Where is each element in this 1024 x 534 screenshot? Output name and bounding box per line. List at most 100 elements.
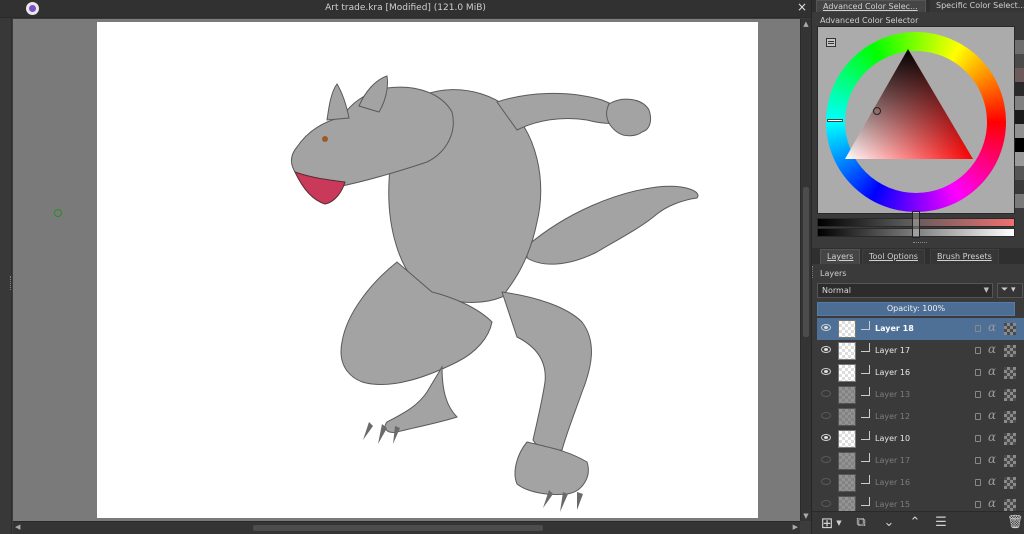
recent-color-swatch[interactable]: [1015, 26, 1024, 40]
visibility-eye-icon[interactable]: [821, 324, 831, 331]
vertical-scroll-thumb[interactable]: [803, 187, 809, 337]
layer-thumbnail: [838, 496, 856, 511]
layer-row[interactable]: Layer 12 α: [817, 406, 1024, 428]
saturation-value-triangle[interactable]: [840, 49, 1000, 189]
tab-brush-presets[interactable]: Brush Presets: [930, 249, 999, 264]
recent-colors-column: [1015, 26, 1024, 216]
alpha-lock-icon[interactable]: α: [988, 364, 996, 378]
hue-marker[interactable]: [827, 119, 843, 122]
layer-row[interactable]: Layer 13 α: [817, 384, 1024, 406]
visibility-eye-icon[interactable]: [821, 368, 831, 375]
vertical-scrollbar[interactable]: ▲ ▼: [800, 19, 811, 521]
scroll-down-arrow-icon[interactable]: ▼: [801, 511, 811, 521]
lock-icon[interactable]: [975, 391, 981, 398]
alpha-lock-icon[interactable]: α: [988, 408, 996, 422]
visibility-eye-icon[interactable]: [821, 456, 831, 463]
lock-icon[interactable]: [975, 501, 981, 508]
recent-color-swatch[interactable]: [1015, 96, 1024, 110]
recent-color-swatch[interactable]: [1015, 152, 1024, 166]
layer-row[interactable]: Layer 17 α: [817, 340, 1024, 362]
recent-color-swatch[interactable]: [1015, 194, 1024, 208]
layer-name: Layer 15: [875, 500, 911, 509]
tab-specific-color-selector[interactable]: Specific Color Select...: [930, 0, 1024, 12]
alpha-lock-icon[interactable]: α: [988, 430, 996, 444]
layer-row[interactable]: Layer 16 α: [817, 472, 1024, 494]
paint-layer-icon: [861, 343, 870, 352]
splitter-handle[interactable]: [10, 276, 12, 290]
layer-row[interactable]: Layer 18 α: [817, 318, 1024, 340]
lock-icon[interactable]: [975, 369, 981, 376]
inherit-alpha-icon[interactable]: [1004, 499, 1016, 511]
recent-color-swatch[interactable]: [1015, 180, 1024, 194]
scroll-up-arrow-icon[interactable]: ▲: [801, 19, 811, 29]
layer-properties-icon[interactable]: ☰: [932, 515, 950, 531]
werewolf-drawing: [290, 75, 699, 512]
inherit-alpha-icon[interactable]: [1004, 411, 1016, 423]
color-picker-marker[interactable]: [873, 107, 881, 115]
alpha-lock-icon[interactable]: α: [988, 386, 996, 400]
alpha-lock-icon[interactable]: α: [988, 320, 996, 334]
alpha-lock-icon[interactable]: α: [988, 342, 996, 356]
alpha-lock-icon[interactable]: α: [988, 452, 996, 466]
visibility-eye-icon[interactable]: [821, 390, 831, 397]
inherit-alpha-icon[interactable]: [1004, 345, 1016, 357]
alpha-lock-icon[interactable]: α: [988, 496, 996, 510]
tab-tool-options[interactable]: Tool Options: [862, 249, 925, 264]
blend-mode-select[interactable]: Normal ▼: [817, 283, 993, 298]
layer-row[interactable]: Layer 10 α: [817, 428, 1024, 450]
inherit-alpha-icon[interactable]: [1004, 455, 1016, 467]
list-settings-icon[interactable]: [826, 38, 836, 47]
add-layer-dropdown-icon[interactable]: ▼: [834, 515, 844, 531]
recent-color-swatch[interactable]: [1015, 68, 1024, 82]
canvas-paper[interactable]: [97, 22, 758, 518]
scroll-left-arrow-icon[interactable]: ◀: [15, 523, 20, 531]
dock-splitter[interactable]: [812, 240, 1024, 245]
recent-color-swatch[interactable]: [1015, 124, 1024, 138]
tab-layers[interactable]: Layers: [820, 249, 861, 264]
duplicate-layer-icon[interactable]: ⧉: [852, 515, 870, 531]
lock-icon[interactable]: [975, 325, 981, 332]
move-down-icon[interactable]: ⌄: [880, 515, 898, 531]
recent-color-swatch[interactable]: [1015, 54, 1024, 68]
filter-button[interactable]: ⏷ ▾: [997, 283, 1023, 298]
inherit-alpha-icon[interactable]: [1004, 389, 1016, 401]
visibility-eye-icon[interactable]: [821, 478, 831, 485]
lock-icon[interactable]: [975, 479, 981, 486]
document-title: Art trade.kra [Modified] (121.0 MiB): [325, 3, 486, 13]
docker-handle[interactable]: [812, 266, 816, 278]
horizontal-scrollbar[interactable]: ◀ ▶: [13, 521, 800, 534]
recent-color-swatch[interactable]: [1015, 110, 1024, 124]
layer-row[interactable]: Layer 17 α: [817, 450, 1024, 472]
close-document-button[interactable]: ×: [797, 0, 807, 14]
horizontal-scroll-thumb[interactable]: [253, 525, 543, 531]
inherit-alpha-icon[interactable]: [1004, 433, 1016, 445]
inherit-alpha-icon[interactable]: [1004, 477, 1016, 489]
recent-color-swatch[interactable]: [1015, 166, 1024, 180]
inherit-alpha-icon[interactable]: [1004, 367, 1016, 379]
tab-advanced-color-selector[interactable]: Advanced Color Selec...: [816, 0, 926, 12]
inherit-alpha-icon[interactable]: [1004, 323, 1016, 335]
color-selector-area[interactable]: [817, 26, 1015, 214]
filter-icon: ⏷ ▾: [1001, 285, 1016, 295]
lock-icon[interactable]: [975, 435, 981, 442]
visibility-eye-icon[interactable]: [821, 412, 831, 419]
alpha-lock-icon[interactable]: α: [988, 474, 996, 488]
lock-icon[interactable]: [975, 457, 981, 464]
visibility-eye-icon[interactable]: [821, 434, 831, 441]
slider-handle[interactable]: [912, 211, 920, 238]
lock-icon[interactable]: [975, 413, 981, 420]
move-up-icon[interactable]: ⌃: [906, 515, 924, 531]
lock-icon[interactable]: [975, 347, 981, 354]
layer-list[interactable]: Layer 18 α Layer 17 α Layer 16 α Layer 13 α Laye…: [817, 318, 1024, 511]
recent-color-swatch[interactable]: [1015, 138, 1024, 152]
layer-row[interactable]: Layer 16 α: [817, 362, 1024, 384]
opacity-slider[interactable]: Opacity: 100%: [817, 302, 1015, 316]
scroll-right-arrow-icon[interactable]: ▶: [793, 523, 798, 531]
visibility-eye-icon[interactable]: [821, 500, 831, 507]
recent-color-swatch[interactable]: [1015, 40, 1024, 54]
visibility-eye-icon[interactable]: [821, 346, 831, 353]
canvas-viewport[interactable]: [13, 19, 800, 521]
recent-color-swatch[interactable]: [1015, 82, 1024, 96]
layer-row[interactable]: Layer 15 α: [817, 494, 1024, 511]
delete-layer-icon[interactable]: 🗑: [1006, 515, 1024, 531]
